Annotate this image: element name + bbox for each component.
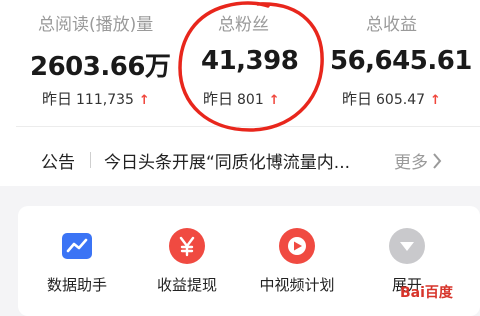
tool-label: 收益提现 (156, 276, 217, 294)
yesterday-value: 111,735 (76, 92, 134, 108)
yen-icon (169, 228, 205, 264)
yesterday-label: 昨日 (42, 90, 73, 108)
tool-label: 中视频计划 (259, 276, 335, 294)
tool-mid-video-plan[interactable]: 中视频计划 (252, 228, 342, 295)
notice-bar[interactable]: 公告 今日头条开展“同质化博流量内... 更多 (0, 140, 480, 180)
stat-label: 总阅读(播放)量 (38, 15, 154, 35)
yesterday-value: 605.47 (376, 92, 426, 108)
notice-label: 公告 (41, 153, 75, 173)
stat-value: 2603.66万 (30, 52, 171, 82)
tool-income-withdraw[interactable]: 收益提现 (142, 228, 232, 295)
baidu-watermark: Bai百度 (400, 285, 453, 301)
trend-up-icon: ↑ (138, 93, 150, 108)
notice-text[interactable]: 今日头条开展“同质化博流量内... (104, 148, 372, 173)
stat-label: 总收益 (366, 15, 417, 35)
tool-data-assistant[interactable]: 数据助手 (32, 228, 122, 295)
chevron-down-icon (389, 228, 425, 264)
stat-yesterday: 昨日 111,735 ↑ (42, 88, 150, 109)
yesterday-label: 昨日 (342, 90, 373, 108)
notice-more-link[interactable]: 更多 (394, 148, 428, 173)
tool-label: 数据助手 (46, 276, 107, 294)
stat-value: 56,645.61 (330, 46, 472, 76)
play-icon (279, 228, 315, 264)
chevron-right-icon[interactable] (432, 153, 442, 169)
stat-yesterday: 昨日 605.47 ↑ (342, 88, 441, 109)
chart-icon (59, 228, 95, 264)
trend-up-icon: ↑ (430, 93, 441, 108)
notice-separator (90, 152, 91, 168)
annotation-circle (178, 1, 324, 132)
